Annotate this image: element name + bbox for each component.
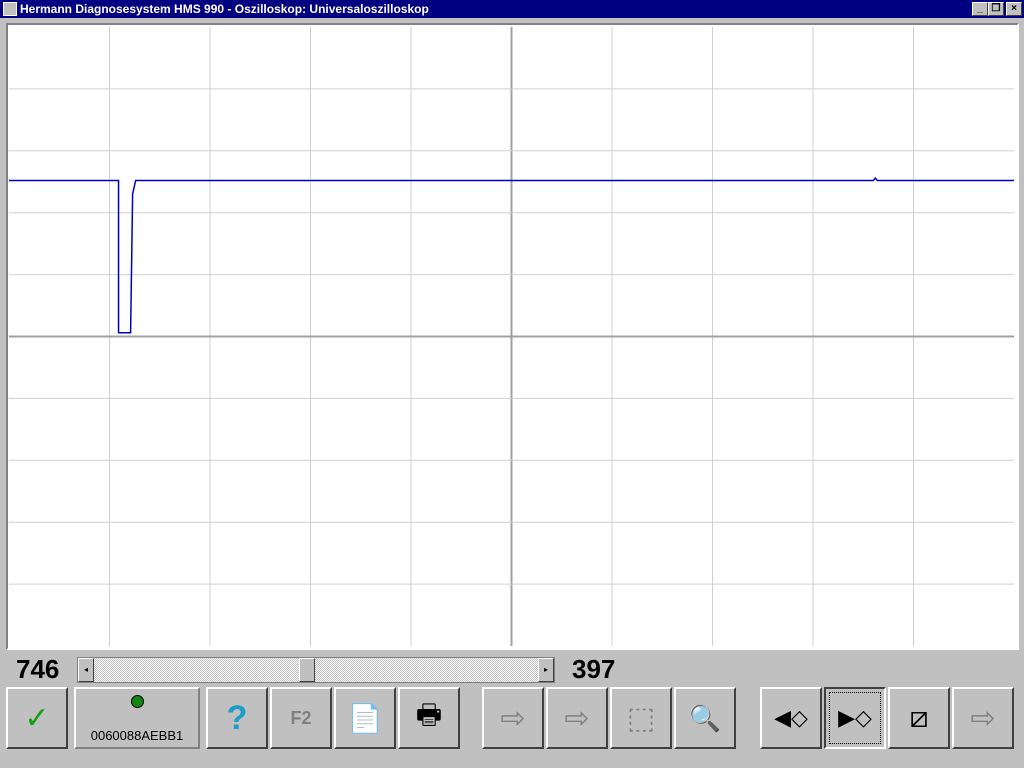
page-forward-button[interactable]: ⇨ [482, 687, 544, 749]
f2-icon: F2 [290, 707, 312, 728]
cursor-off-icon: ⧄ [909, 701, 929, 734]
report-button[interactable]: 📄 [334, 687, 396, 749]
no-cursor-button[interactable]: ⧄ [888, 687, 950, 749]
print-button[interactable]: 🖶 [398, 687, 460, 749]
window-title: Hermann Diagnosesystem HMS 990 - Oszillo… [20, 2, 429, 16]
printer-icon: 🖶 [415, 699, 443, 730]
report-icon: 📄 [347, 702, 383, 734]
device-status: 0060088AEBB1 [74, 687, 200, 749]
f2-button[interactable]: F2 [270, 687, 332, 749]
oscilloscope-grid [9, 27, 1014, 646]
status-led-icon [130, 695, 144, 708]
scroll-thumb[interactable] [299, 658, 316, 682]
cursor-right-icon: ▶◇ [838, 705, 872, 730]
copy-button[interactable]: ⬚ [610, 687, 672, 749]
pages-forward-icon: ⇨ [564, 701, 590, 735]
copy-icon: ⬚ [626, 701, 656, 735]
cursor-left-button[interactable]: ◀◇ [760, 687, 822, 749]
exit-button[interactable]: ⇨ [952, 687, 1014, 749]
exit-icon: ⇨ [970, 701, 996, 735]
checkmark-icon: ✓ [24, 701, 50, 735]
title-bar: Hermann Diagnosesystem HMS 990 - Oszillo… [0, 0, 1024, 18]
cursor-left-icon: ◀◇ [774, 705, 808, 730]
help-button[interactable]: ? [206, 687, 268, 749]
page-forward-2-button[interactable]: ⇨ [546, 687, 608, 749]
time-scrollbar[interactable]: ◂ ▸ [77, 657, 555, 683]
app-icon [3, 2, 17, 16]
close-button[interactable]: × [1006, 2, 1022, 16]
zoom-out-button[interactable]: 🔍 [674, 687, 736, 749]
scroll-left-value: 746 [16, 654, 60, 684]
scroll-right-arrow[interactable]: ▸ [538, 658, 554, 682]
zoom-out-icon: 🔍 [688, 702, 722, 733]
device-id: 0060088AEBB1 [90, 728, 184, 743]
ok-button[interactable]: ✓ [6, 687, 68, 749]
oscilloscope-display[interactable] [6, 23, 1019, 650]
help-icon: ? [226, 698, 248, 737]
cursor-right-button[interactable]: ▶◇ [824, 687, 886, 749]
pages-forward-icon: ⇨ [500, 701, 526, 735]
minimize-button[interactable]: _ [972, 2, 988, 16]
scroll-left-arrow[interactable]: ◂ [78, 658, 94, 682]
scroll-right-value: 397 [572, 654, 616, 684]
restore-button[interactable]: ❐ [988, 2, 1004, 16]
